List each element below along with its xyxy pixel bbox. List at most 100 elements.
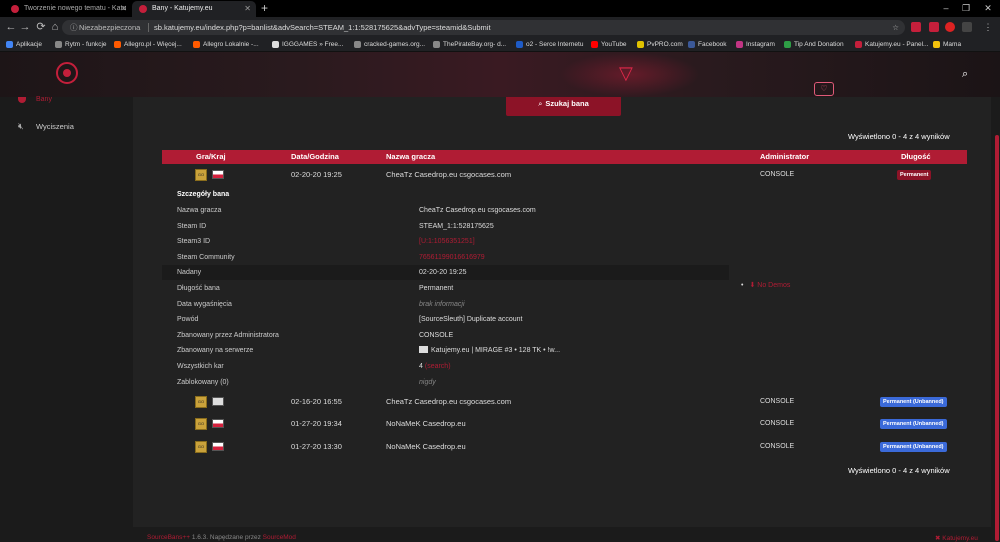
url-text[interactable]: sb.katujemy.eu/index.php?p=banlist&advSe… [154,20,491,35]
sidebar-item-bans[interactable]: Bany [0,96,133,111]
close-window-icon[interactable]: ✕ [978,0,998,16]
browser-tab[interactable]: Tworzenie nowego tematu - Katu ✕ [4,1,132,17]
poland-flag-icon [212,442,224,451]
bookmark-favicon-icon [193,41,200,48]
bookmark-item[interactable]: Aplikacje [6,38,42,51]
extension-icon[interactable] [945,22,955,32]
detail-key: Zbanowany na serwerze [177,347,254,355]
results-count: Wyświetlono 0 - 4 z 4 wyników [848,132,950,141]
search-bans-button[interactable]: ⌕ Szukaj bana [506,97,621,116]
bookmark-label: Rytm - funkcje [65,41,107,48]
minimize-icon[interactable]: – [936,0,956,16]
site-favicon-icon [11,5,19,13]
bookmark-favicon-icon [516,41,523,48]
bookmark-item[interactable]: Allegro Lokalnie -... [193,38,259,51]
search-bans-link[interactable]: (search) [425,363,451,370]
bookmark-item[interactable]: Rytm - funkcje [55,38,107,51]
detail-value: CONSOLE [419,331,454,339]
maximize-icon[interactable]: ❐ [956,0,976,16]
security-label: Niezabezpieczona [79,23,141,32]
bookmark-favicon-icon [855,41,862,48]
reload-icon[interactable]: ⟳ [34,20,48,34]
detail-key: Powód [177,316,199,324]
bookmark-item[interactable]: YouTube [591,38,627,51]
admin-name: CONSOLE [760,420,795,427]
demo-status: • ⬇ No Demos [741,281,790,289]
detail-value: 4 (search) [419,359,451,374]
home-icon[interactable]: ⌂ [48,20,62,34]
column-game-country[interactable]: Gra/Kraj [196,150,226,164]
csgo-game-icon: GO [195,418,207,430]
scrollbar-thumb[interactable] [995,135,999,541]
detail-value[interactable]: [U:1:1056351251] [419,234,475,249]
bookmark-label: PvPRO.com [647,41,683,48]
ban-date: 01-27-20 13:30 [291,442,342,451]
bookmark-item[interactable]: o2 - Serce Internetu [516,38,583,51]
detail-key: Nazwa gracza [177,207,222,214]
ban-length-badge: Permanent (Unbanned) [880,442,947,452]
header-background [0,52,1000,97]
close-tab-icon[interactable]: ✕ [244,1,251,16]
column-length[interactable]: Długość [901,150,931,164]
ban-length-badge: Permanent (Unbanned) [880,397,947,407]
ban-details-title: Szczegóły bana [177,191,230,198]
csgo-game-icon: GO [195,396,207,408]
player-name: NoNaMeK Casedrop.eu [386,419,466,428]
bookmark-item[interactable]: Facebook [688,38,727,51]
server-icon [419,346,428,354]
admin-name: CONSOLE [760,171,795,178]
browser-tab-active[interactable]: Bany - Katujemy.eu ✕ [132,1,256,17]
column-admin[interactable]: Administrator [760,150,809,164]
ban-date: 02-20-20 19:25 [291,170,342,179]
search-icon[interactable]: ⌕ [962,68,968,81]
site-header: ▽ ♡ ⌕ [0,52,1000,97]
sourcebans-link[interactable]: SourceBans++ [147,534,190,541]
poland-flag-icon [212,170,224,179]
address-bar[interactable]: ⓘ Niezabezpieczona sb.katujemy.eu/index.… [62,20,905,35]
bookmark-favicon-icon [933,41,940,48]
column-date[interactable]: Data/Godzina [291,150,339,164]
unknown-flag-icon [212,397,224,406]
bookmark-item[interactable]: Katujemy.eu - Panel... [855,38,928,51]
search-icon: ⌕ [538,99,543,108]
column-player-name[interactable]: Nazwa gracza [386,150,435,164]
bookmark-item[interactable]: Allegro.pl - Więcej... [114,38,182,51]
table-row[interactable]: GO 02-20-20 19:25 CheaTz Casedrop.eu csg… [162,165,967,185]
sidebar-item-label: Bany [36,96,52,103]
table-row[interactable]: GO 01-27-20 19:34 NoNaMeK Casedrop.eu CO… [162,414,967,434]
bookmark-favicon-icon [736,41,743,48]
detail-value[interactable]: 76561199016616979 [419,250,485,265]
extension-icon[interactable] [929,22,939,32]
bookmark-star-icon[interactable]: ☆ [892,20,899,35]
forward-icon[interactable]: → [18,20,32,34]
bookmark-favicon-icon [688,41,695,48]
table-row[interactable]: GO 02-16-20 16:55 CheaTz Casedrop.eu csg… [162,392,967,412]
tab-title: Tworzenie nowego tematu - Katu [24,5,127,12]
results-count: Wyświetlono 0 - 4 z 4 wyników [848,466,950,475]
menu-icon[interactable]: ⋮ [983,22,993,32]
bookmark-item[interactable]: IGGGAMES » Free... [272,38,343,51]
bookmark-label: YouTube [601,41,627,48]
bookmark-favicon-icon [784,41,791,48]
bookmark-item[interactable]: Mama [933,38,961,51]
detail-key: Data wygaśnięcia [177,300,232,308]
sourcemod-link[interactable]: SourceMod [263,534,296,541]
profile-avatar[interactable] [962,22,972,32]
new-tab-button[interactable]: + [261,0,268,16]
bookmark-item[interactable]: Instagram [736,38,775,51]
back-icon[interactable]: ← [4,20,18,34]
bookmark-item[interactable]: PvPRO.com [637,38,683,51]
site-logo[interactable] [56,62,78,84]
sidebar-item-mutes[interactable]: 🔇︎ Wyciszenia [0,119,133,133]
table-row[interactable]: GO 01-27-20 13:30 NoNaMeK Casedrop.eu CO… [162,437,967,457]
close-tab-icon[interactable]: ✕ [120,1,127,16]
bookmark-item[interactable]: ThePirateBay.org- d... [433,38,506,51]
detail-key: Nadany [177,269,202,277]
extension-icon[interactable] [911,22,921,32]
info-icon[interactable]: ⓘ [70,20,78,35]
detail-row: Steam ID STEAM_1:1:528175625 [162,219,729,234]
detail-row: Steam3 ID [U:1:1056351251] [162,234,729,249]
bookmark-item[interactable]: Tip And Donation [784,38,844,51]
poland-flag-icon [212,419,224,428]
bookmark-item[interactable]: cracked-games.org... [354,38,425,51]
